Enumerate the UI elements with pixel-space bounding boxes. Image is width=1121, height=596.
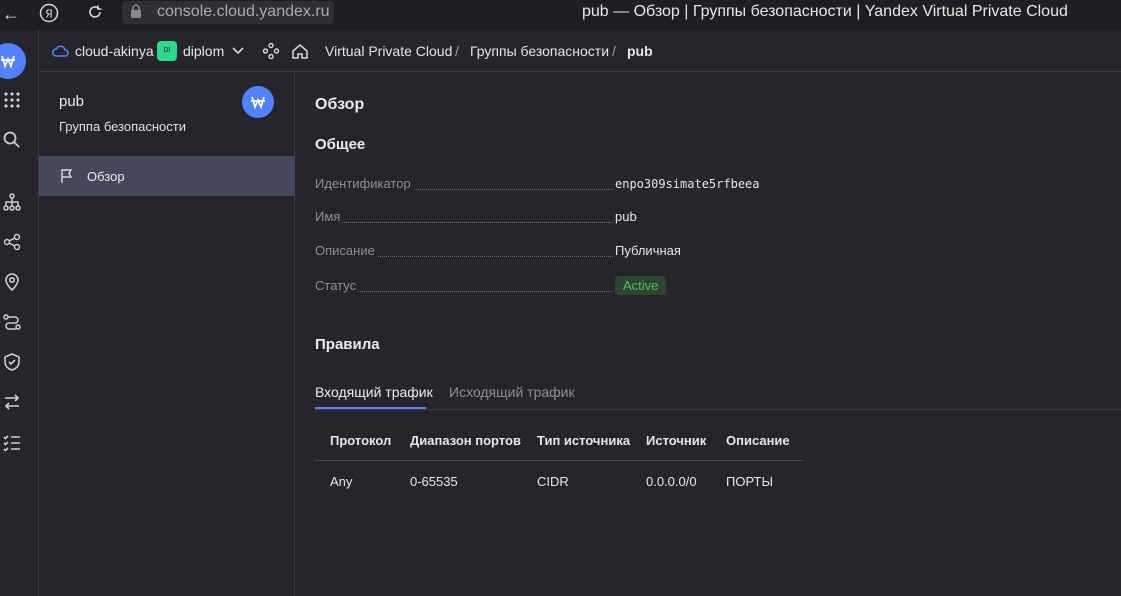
property-row-description: Описание Публичная [315,243,915,261]
routes-icon[interactable] [2,312,22,332]
cell-port-range: 0-65535 [410,474,458,489]
cloud-icon [52,45,69,57]
breadcrumb-vpc[interactable]: Virtual Private Cloud [325,43,452,59]
checklist-icon[interactable] [2,432,22,452]
back-arrow-icon[interactable]: ← [2,3,20,25]
property-key: Идентификатор [315,176,413,191]
yandex-browser-icon[interactable]: Я [39,3,59,28]
status-badge: Active [615,276,667,295]
traffic-tabs: Входящий трафик Исходящий трафик [315,380,1121,410]
cell-source-type: CIDR [537,474,569,489]
location-pin-icon[interactable] [2,272,22,292]
tab-ingress[interactable]: Входящий трафик [315,384,433,400]
lock-icon [130,3,142,24]
column-header-description: Описание [726,433,790,448]
property-value-description: Публичная [615,243,681,258]
breadcrumb-current: pub [627,43,653,59]
leader-dots [315,222,613,223]
traffic-arrows-icon[interactable] [2,392,22,412]
cloud-selector[interactable]: cloud-akinya [75,43,154,59]
breadcrumb-separator: / [455,43,459,59]
url-text[interactable]: console.cloud.yandex.ru [157,3,330,21]
cell-description: ПОРТЫ [726,474,773,489]
tab-egress[interactable]: Исходящий трафик [449,384,575,400]
rules-heading: Правила [315,336,380,353]
cell-source: 0.0.0.0/0 [646,474,697,489]
sidebar-item-overview[interactable]: Обзор [39,156,295,196]
vpc-service-logo[interactable] [0,43,26,79]
services-rail [0,30,39,596]
shield-icon[interactable] [2,352,22,372]
all-services-grid-icon[interactable] [2,90,22,110]
search-icon[interactable] [2,130,22,150]
services-nodes-icon[interactable] [262,42,280,60]
column-header-port-range: Диапазон портов [410,433,521,448]
main-content: Обзор Общее Идентификатор enpo309simate5… [296,72,1121,596]
property-key: Имя [315,209,343,224]
column-header-source: Источник [646,433,707,448]
folder-badge: DI [157,41,177,61]
vpc-service-avatar [242,86,274,118]
sidebar-item-label: Обзор [87,169,125,184]
flag-icon [61,169,73,183]
property-row-name: Имя pub [315,209,915,227]
property-value-name: pub [615,209,637,224]
breadcrumb-separator: / [612,43,616,59]
active-tab-indicator [315,407,426,409]
table-divider [315,460,803,461]
svg-text:Я: Я [45,8,53,21]
home-icon[interactable] [291,42,309,60]
leader-dots [315,291,613,292]
property-key: Описание [315,243,377,258]
resource-sidebar: pub Группа безопасности Обзор [39,72,295,596]
general-heading: Общее [315,136,366,153]
folder-selector[interactable]: diplom [183,43,224,59]
property-row-status: Статус Active [315,276,915,296]
property-key: Статус [315,278,359,293]
property-value-id[interactable]: enpo309simate5rfbeea [615,177,760,191]
chevron-down-icon[interactable] [232,46,244,56]
property-row-id: Идентификатор enpo309simate5rfbeea [315,176,915,194]
breadcrumb-security-groups[interactable]: Группы безопасности [470,43,609,59]
reload-icon[interactable] [86,3,104,26]
cell-protocol: Any [330,474,353,489]
resource-title: pub [59,93,85,110]
resource-type: Группа безопасности [59,119,186,134]
browser-toolbar: ← Я console.cloud.yandex.ru pub — Обзор … [0,0,1121,30]
window-title: pub — Обзор | Группы безопасности | Yand… [582,3,1068,20]
breadcrumb-header: cloud-akinya DI diplom Virtual Private C… [39,30,1121,72]
network-icon[interactable] [2,192,22,212]
page-title: Обзор [315,96,365,113]
column-header-protocol: Протокол [330,433,392,448]
column-header-source-type: Тип источника [537,433,631,448]
share-nodes-icon[interactable] [2,232,22,252]
